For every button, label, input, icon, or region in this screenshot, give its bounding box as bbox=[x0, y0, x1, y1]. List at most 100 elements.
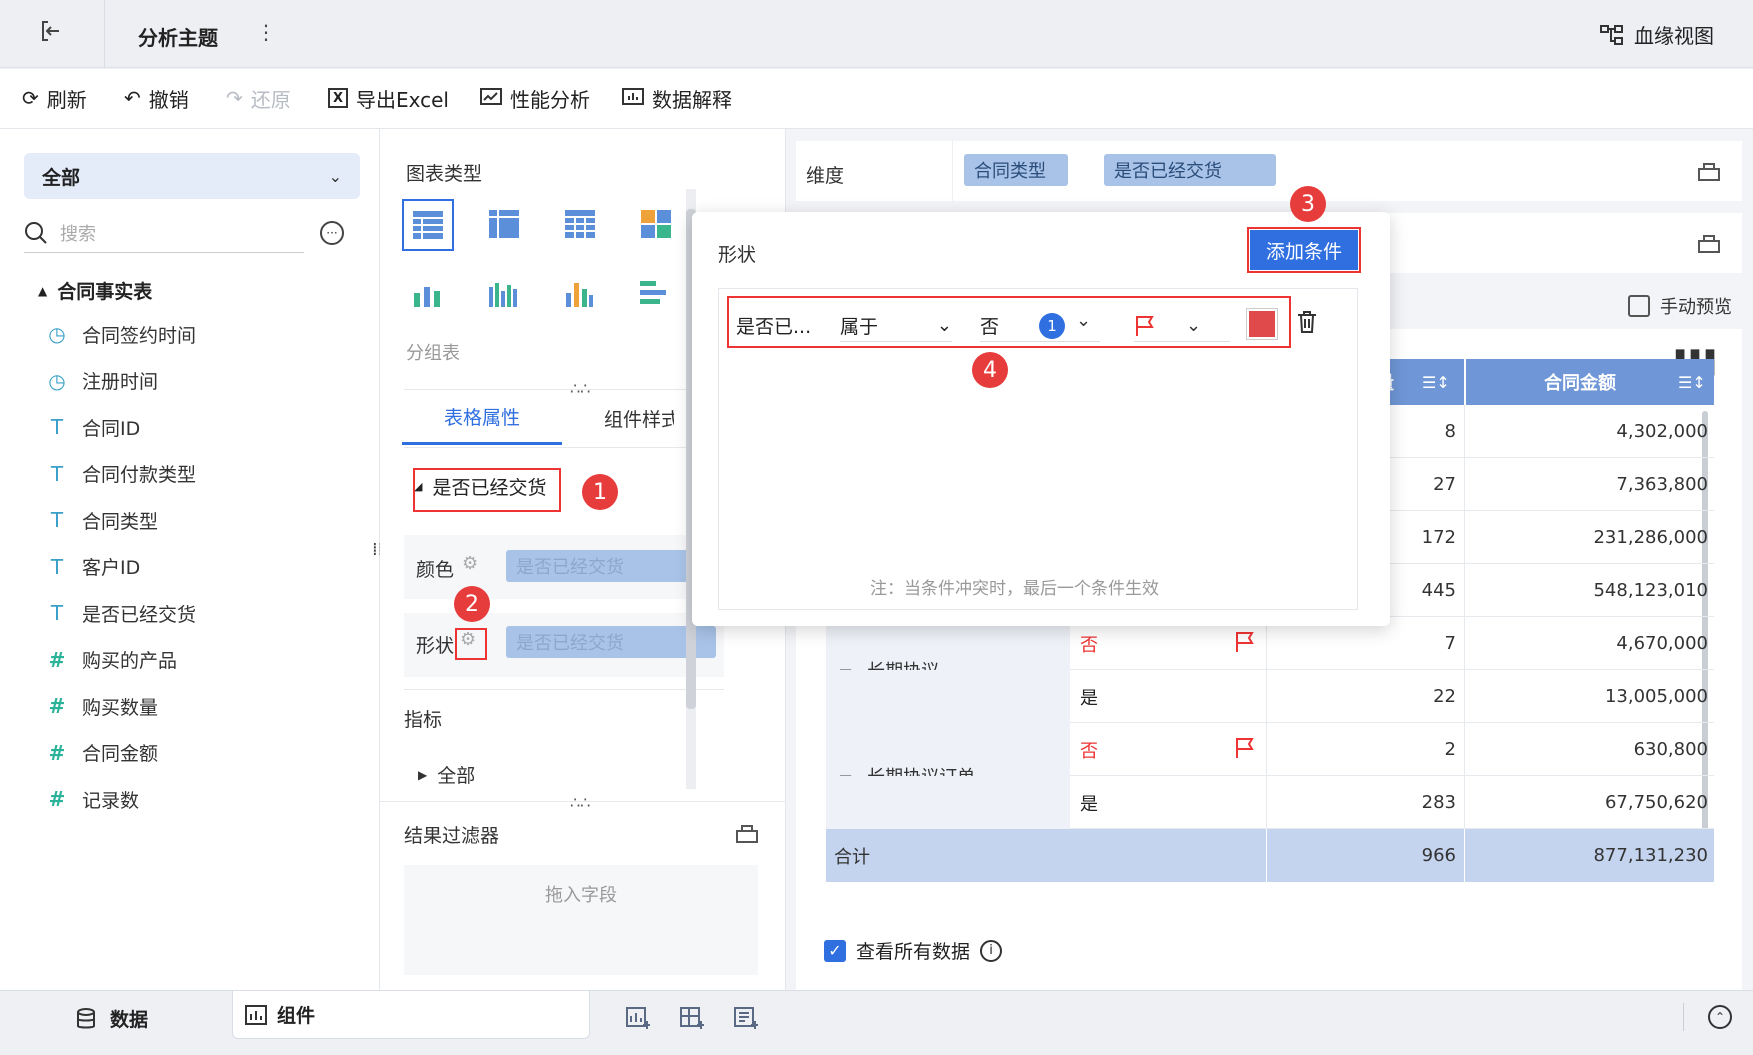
tab-table-properties[interactable]: 表格属性 bbox=[402, 391, 562, 445]
step-badge-4: 4 bbox=[972, 352, 1008, 388]
refresh-button[interactable]: ⟳ 刷新 bbox=[22, 84, 87, 112]
manual-preview-checkbox[interactable] bbox=[1628, 295, 1650, 317]
popup-title: 形状 bbox=[718, 244, 757, 266]
total-label: 合计 bbox=[834, 846, 870, 868]
metrics-label: 指标 bbox=[404, 709, 443, 731]
field-label: 购买数量 bbox=[82, 696, 159, 719]
manual-preview-toggle[interactable]: 手动预览 bbox=[1628, 293, 1732, 319]
kpi-card-icon[interactable] bbox=[640, 209, 672, 243]
field-item[interactable]: T 合同付款类型 bbox=[46, 459, 196, 489]
count-type-icon: # bbox=[48, 787, 66, 811]
total-amount: 877,131,230 bbox=[1464, 829, 1708, 882]
search-field[interactable]: 搜索 bbox=[24, 213, 304, 253]
view-all-data[interactable]: ✓ 查看所有数据 i bbox=[824, 937, 1003, 964]
step-badge-1: 1 bbox=[582, 474, 618, 510]
text-type-icon: T bbox=[50, 461, 64, 486]
lineage-view-button[interactable]: 血缘视图 bbox=[1600, 20, 1714, 49]
export-excel-button[interactable]: X 导出Excel bbox=[328, 84, 449, 112]
more-icon[interactable]: ⋮ bbox=[256, 20, 276, 44]
undo-button[interactable]: ↶ 撤销 bbox=[124, 84, 189, 112]
detail-table-icon[interactable] bbox=[564, 209, 596, 243]
bar-chart-icon[interactable] bbox=[640, 279, 670, 311]
data-explain-icon bbox=[622, 88, 644, 108]
metrics-all-node[interactable]: ▶ 全部 bbox=[418, 761, 475, 788]
table-node[interactable]: ▲ 合同事实表 bbox=[38, 277, 152, 304]
drag-handle-icon[interactable]: ∴∴ bbox=[570, 793, 590, 812]
gear-icon[interactable]: ⚙ bbox=[462, 553, 478, 574]
color-label: 颜色 bbox=[416, 559, 455, 581]
chart-type-label: 图表类型 bbox=[406, 163, 483, 185]
collapse-up-icon[interactable]: ⌃ bbox=[1708, 1005, 1732, 1029]
step-badge-3: 3 bbox=[1290, 186, 1326, 222]
add-text-icon[interactable] bbox=[734, 1007, 759, 1033]
field-label: 购买的产品 bbox=[82, 650, 178, 672]
performance-button[interactable]: 性能分析 bbox=[480, 84, 590, 112]
dimension-chip-delivered[interactable]: 是否已经交货 bbox=[1104, 154, 1276, 186]
add-condition-button[interactable]: 添加条件 bbox=[1247, 227, 1361, 273]
data-tab-label: 数据 bbox=[110, 1009, 149, 1031]
field-item[interactable]: # 购买数量 bbox=[46, 691, 158, 721]
scope-select[interactable]: 全部 ⌄ bbox=[24, 153, 360, 199]
checkbox-checked[interactable]: ✓ bbox=[824, 939, 846, 962]
stacked-bar-icon[interactable] bbox=[412, 279, 442, 311]
field-label: 注册时间 bbox=[82, 371, 159, 393]
shape-field-chip[interactable]: 是否已经交货 bbox=[506, 626, 716, 658]
performance-icon bbox=[480, 88, 502, 108]
caret-down-icon: ▲ bbox=[38, 283, 48, 298]
info-icon[interactable]: i bbox=[980, 939, 1003, 962]
search-icon bbox=[25, 221, 47, 244]
add-layout-icon[interactable] bbox=[680, 1007, 705, 1033]
field-label: 记录数 bbox=[82, 789, 140, 812]
indicator-lock-icon[interactable] bbox=[1698, 233, 1720, 257]
data-explain-button[interactable]: 数据解释 bbox=[622, 84, 732, 112]
filter-drop-zone[interactable]: 拖入字段 bbox=[404, 865, 758, 975]
dimension-lock-icon[interactable] bbox=[1698, 161, 1720, 185]
amount-cell: 630,800 bbox=[1464, 723, 1708, 776]
redo-button[interactable]: ↷ 还原 bbox=[226, 84, 291, 112]
tab-component-style[interactable]: 组件样式 bbox=[604, 391, 674, 445]
field-item[interactable]: # 记录数 bbox=[46, 784, 139, 814]
field-item[interactable]: # 购买的产品 bbox=[46, 645, 177, 675]
field-item[interactable]: # 合同金额 bbox=[46, 738, 158, 768]
lock-icon[interactable] bbox=[736, 823, 758, 847]
field-item[interactable]: T 客户ID bbox=[46, 552, 140, 582]
sort-icon[interactable]: ☰↕ bbox=[1678, 359, 1706, 405]
dimension-label: 维度 bbox=[806, 165, 845, 187]
data-tab[interactable]: 数据 bbox=[76, 1005, 148, 1032]
amount-cell: 7,363,800 bbox=[1464, 458, 1708, 511]
highlight-condition-row bbox=[727, 296, 1291, 348]
performance-label: 性能分析 bbox=[510, 87, 590, 112]
field-item[interactable]: T 合同类型 bbox=[46, 505, 158, 535]
search-input[interactable]: 搜索 bbox=[60, 220, 96, 246]
exit-icon[interactable] bbox=[38, 18, 66, 46]
sort-icon[interactable]: ☰↕ bbox=[1422, 359, 1450, 405]
qty-cell: 283 bbox=[1266, 776, 1456, 829]
page-title: 分析主题 bbox=[138, 26, 218, 50]
text-type-icon: T bbox=[50, 601, 64, 625]
database-icon bbox=[77, 1007, 95, 1028]
total-qty: 966 bbox=[1266, 829, 1456, 882]
amount-cell: 4,670,000 bbox=[1464, 617, 1708, 670]
component-tab[interactable]: 组件 bbox=[232, 991, 590, 1039]
more-options-icon[interactable]: ··· bbox=[320, 221, 344, 245]
field-item[interactable]: ◷ 合同签约时间 bbox=[46, 319, 196, 349]
field-item[interactable]: T 是否已经交货 bbox=[46, 598, 196, 628]
add-chart-icon[interactable] bbox=[626, 1007, 651, 1033]
delivered-cell: 否 bbox=[1080, 740, 1098, 762]
pivot-table-icon[interactable] bbox=[488, 209, 520, 243]
field-item[interactable]: ◷ 注册时间 bbox=[46, 366, 158, 396]
amount-cell: 4,302,000 bbox=[1464, 405, 1708, 458]
grouped-bar-icon[interactable] bbox=[488, 279, 518, 311]
refresh-label: 刷新 bbox=[46, 87, 87, 112]
grouped-table-icon[interactable] bbox=[402, 199, 454, 251]
dimension-chip-contract-type[interactable]: 合同类型 bbox=[964, 154, 1068, 186]
field-label: 客户ID bbox=[82, 557, 141, 579]
lineage-icon bbox=[1600, 24, 1623, 45]
header-amount[interactable]: 合同金额 bbox=[1544, 359, 1616, 405]
delete-icon[interactable] bbox=[1296, 310, 1318, 338]
column-chart-icon[interactable] bbox=[564, 279, 594, 311]
shape-label: 形状 bbox=[416, 635, 455, 657]
chart-type-name: 分组表 bbox=[406, 343, 460, 364]
field-item[interactable]: T 合同ID bbox=[46, 412, 140, 442]
view-all-label: 查看所有数据 bbox=[856, 941, 971, 963]
